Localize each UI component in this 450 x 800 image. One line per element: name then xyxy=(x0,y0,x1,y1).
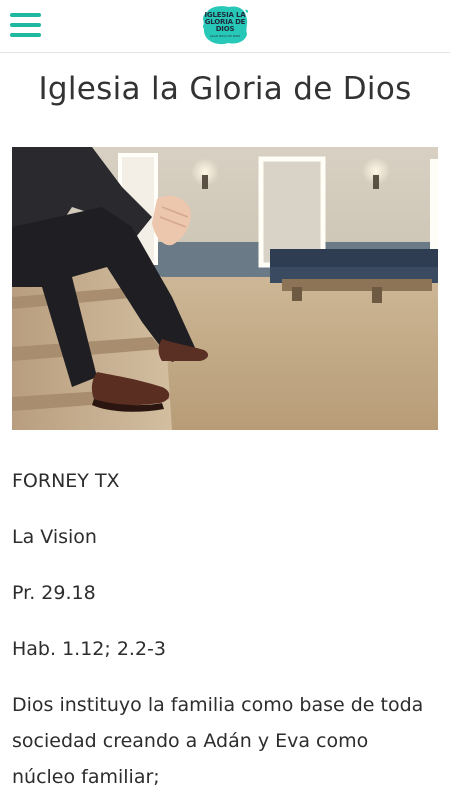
hero-image xyxy=(12,147,438,430)
scripture-reference-1: Pr. 29.18 xyxy=(12,582,96,604)
logo-line-3: DIOS xyxy=(215,25,235,33)
church-interior-photo xyxy=(12,147,438,430)
menu-line xyxy=(10,33,41,37)
vision-heading: La Vision xyxy=(12,526,97,548)
menu-line xyxy=(10,23,41,27)
location-text: FORNEY TX xyxy=(12,470,120,492)
scripture-reference-2: Hab. 1.12; 2.2-3 xyxy=(12,638,166,660)
hamburger-menu-icon[interactable] xyxy=(10,13,41,39)
site-logo[interactable]: IGLESIA LA GLORIA DE DIOS ALGO RICO DE D… xyxy=(201,4,249,46)
logo-subtitle: ALGO RICO DE DIOS xyxy=(209,34,241,38)
menu-line xyxy=(10,13,41,17)
logo-text: IGLESIA LA GLORIA DE DIOS xyxy=(203,12,247,33)
page-title: Iglesia la Gloria de Dios xyxy=(38,71,412,107)
vision-paragraph: Dios instituyo la familia como base de t… xyxy=(12,694,424,788)
top-bar: IGLESIA LA GLORIA DE DIOS ALGO RICO DE D… xyxy=(0,0,450,53)
